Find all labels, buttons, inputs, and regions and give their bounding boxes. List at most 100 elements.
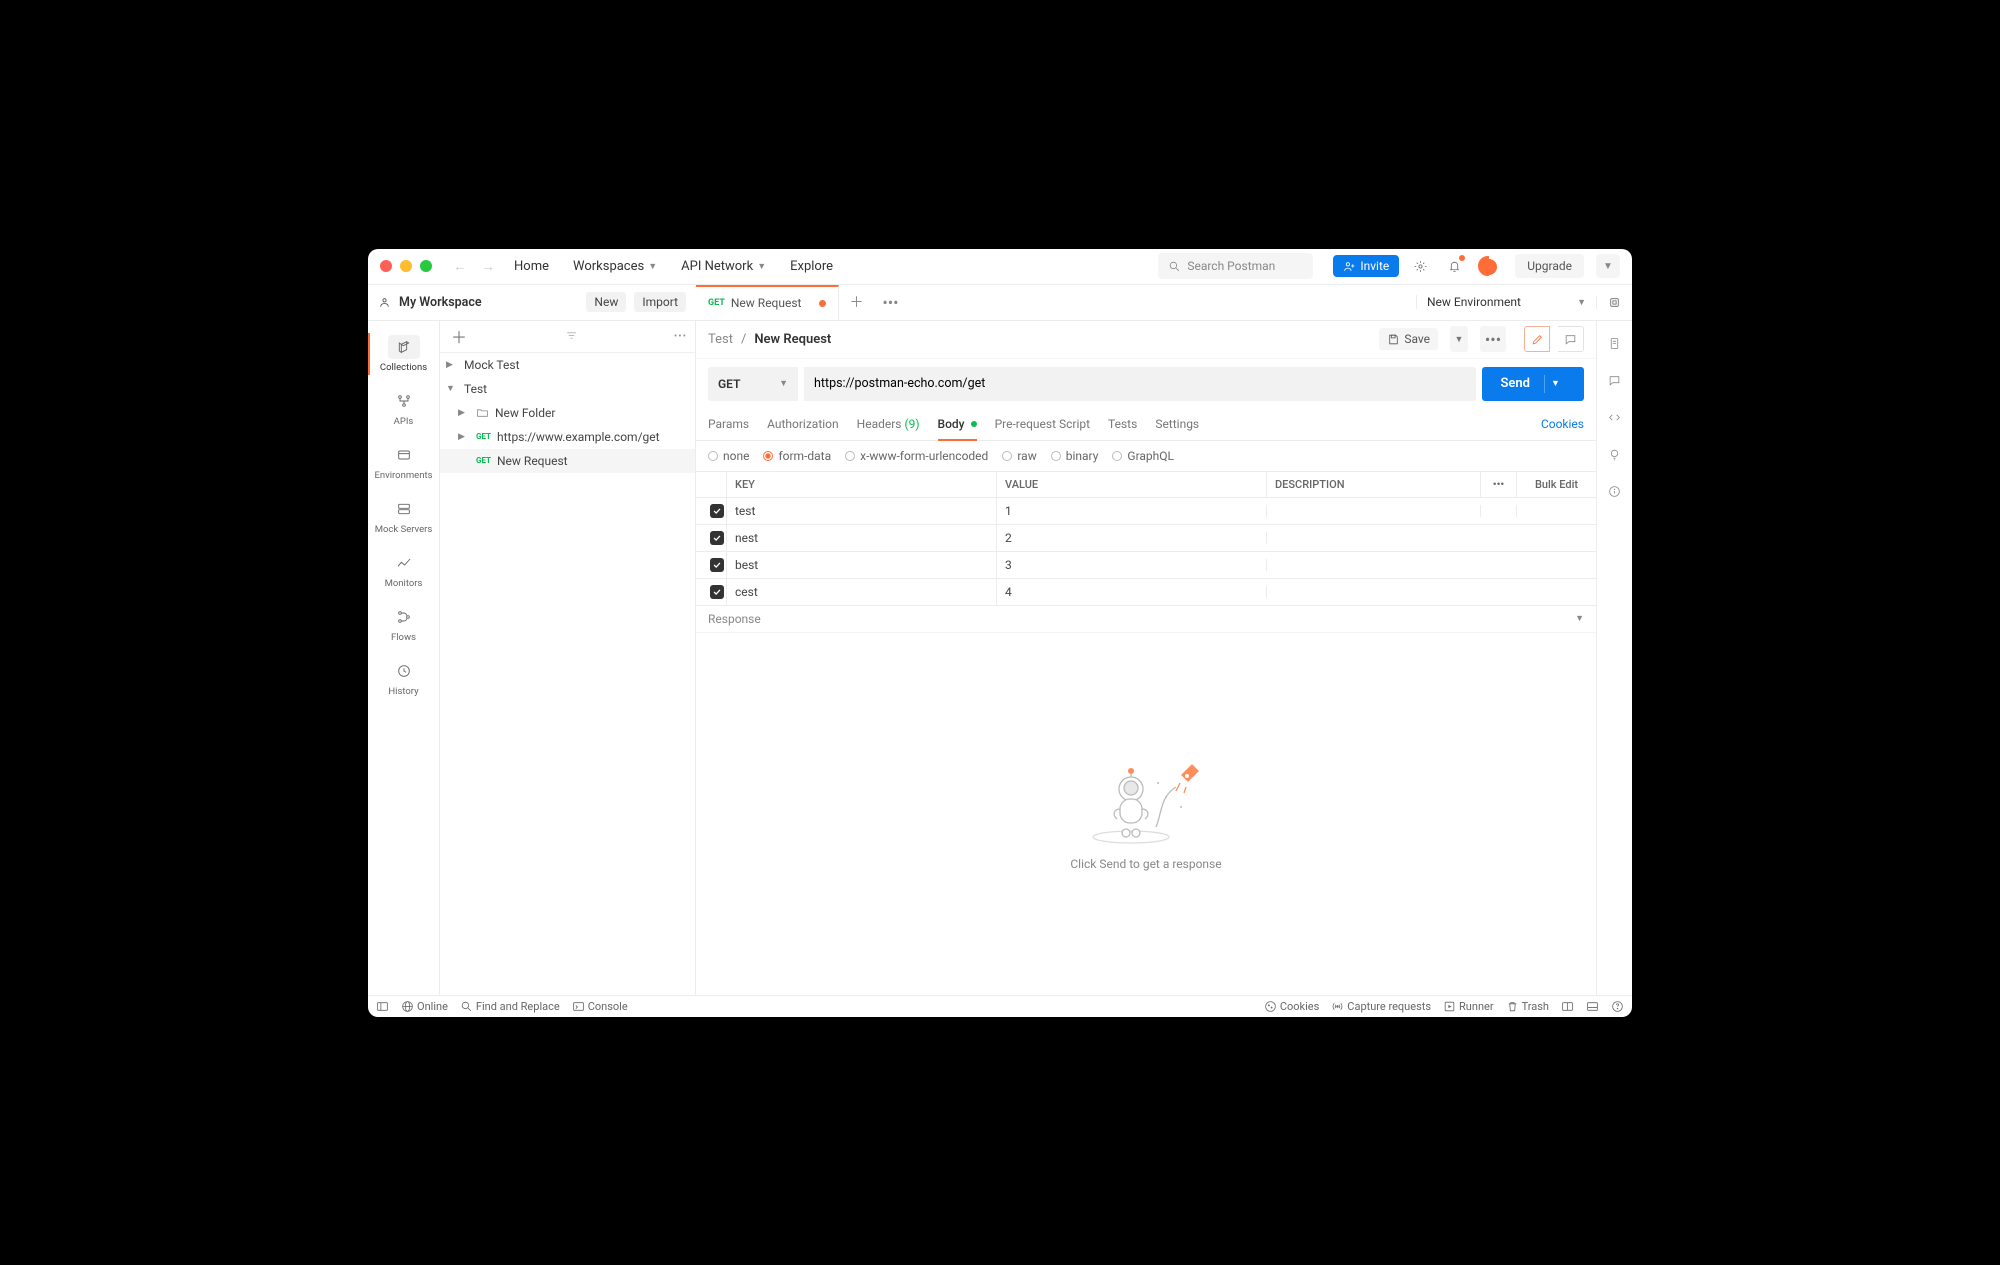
rail-environments[interactable]: Environments (368, 435, 439, 489)
kv-value[interactable]: 3 (996, 552, 1266, 578)
tab-body[interactable]: Body (938, 409, 977, 440)
new-button[interactable]: New (586, 292, 626, 312)
kv-row[interactable]: nest2 (696, 525, 1596, 552)
info-button[interactable] (1608, 446, 1621, 465)
online-status[interactable]: Online (401, 1000, 448, 1013)
rail-collections[interactable]: Collections (368, 327, 439, 381)
tree-item-new-folder[interactable]: ▶New Folder (440, 401, 695, 425)
status-cookies[interactable]: Cookies (1264, 1000, 1319, 1013)
save-dropdown[interactable]: ▼ (1450, 326, 1468, 352)
kv-row[interactable]: best3 (696, 552, 1596, 579)
tab-prerequest[interactable]: Pre-request Script (995, 409, 1090, 440)
invite-button[interactable]: Invite (1333, 255, 1399, 277)
code-button[interactable] (1608, 409, 1621, 428)
status-runner[interactable]: Runner (1443, 1000, 1494, 1013)
kv-desc[interactable] (1266, 559, 1480, 571)
tab-tests[interactable]: Tests (1108, 409, 1137, 440)
breadcrumb-parent[interactable]: Test (708, 332, 733, 347)
rail-monitors[interactable]: Monitors (368, 543, 439, 597)
kv-value[interactable]: 2 (996, 525, 1266, 551)
kv-key[interactable]: cest (726, 579, 996, 605)
tab-new-request[interactable]: GET New Request (696, 285, 839, 320)
status-trash[interactable]: Trash (1506, 1000, 1549, 1013)
two-pane-toggle[interactable] (1561, 1000, 1574, 1013)
bulk-edit-button[interactable]: Bulk Edit (1516, 472, 1596, 497)
body-type-graphql[interactable]: GraphQL (1112, 449, 1174, 463)
send-dropdown[interactable]: ▼ (1544, 375, 1566, 393)
workspace-name[interactable]: My Workspace (399, 295, 482, 310)
find-replace[interactable]: Find and Replace (460, 1000, 560, 1013)
status-capture[interactable]: Capture requests (1331, 1000, 1431, 1013)
kv-row[interactable]: cest4 (696, 579, 1596, 606)
notifications-button[interactable] (1441, 253, 1467, 279)
nav-workspaces[interactable]: Workspaces▼ (565, 255, 665, 278)
row-checkbox[interactable] (710, 585, 724, 599)
comments-button[interactable] (1608, 372, 1621, 391)
upgrade-menu[interactable]: ▼ (1596, 254, 1620, 278)
tab-headers[interactable]: Headers (9) (857, 409, 920, 440)
environment-quicklook[interactable] (1596, 296, 1632, 309)
nav-api-network[interactable]: API Network▼ (673, 255, 774, 278)
console-toggle[interactable]: Console (572, 1000, 628, 1013)
rail-mock-servers[interactable]: Mock Servers (368, 489, 439, 543)
row-checkbox[interactable] (710, 531, 724, 545)
tab-overflow-button[interactable]: ••• (873, 285, 907, 320)
avatar[interactable] (1475, 253, 1501, 279)
back-button[interactable]: ← (450, 258, 470, 275)
search-input[interactable]: Search Postman (1158, 253, 1313, 279)
kv-desc[interactable] (1266, 505, 1480, 517)
kv-key[interactable]: best (726, 552, 996, 578)
send-button[interactable]: Send▼ (1482, 367, 1584, 401)
nav-explore[interactable]: Explore (782, 255, 841, 278)
kv-key[interactable]: test (726, 498, 996, 524)
bottom-pane-toggle[interactable] (1586, 1000, 1599, 1013)
kv-row[interactable]: test1 (696, 498, 1596, 525)
save-button[interactable]: Save (1379, 328, 1438, 350)
rail-history[interactable]: History (368, 651, 439, 705)
nav-home[interactable]: Home (506, 255, 557, 278)
forward-button[interactable]: → (478, 258, 498, 275)
row-checkbox[interactable] (710, 504, 724, 518)
sidebar-toggle[interactable] (376, 1000, 389, 1013)
related-button[interactable] (1608, 483, 1621, 502)
tree-item-mock-test[interactable]: ▶Mock Test (440, 353, 695, 377)
row-checkbox[interactable] (710, 558, 724, 572)
tree-item-example-get[interactable]: ▶GEThttps://www.example.com/get (440, 425, 695, 449)
tree-filter-button[interactable] (476, 327, 668, 346)
url-input[interactable] (804, 367, 1476, 401)
kv-key[interactable]: nest (726, 525, 996, 551)
kv-value[interactable]: 1 (996, 498, 1266, 524)
body-type-binary[interactable]: binary (1051, 449, 1099, 463)
response-header[interactable]: Response ▼ (696, 606, 1596, 633)
tab-params[interactable]: Params (708, 409, 749, 440)
docs-button[interactable] (1608, 335, 1621, 354)
rail-apis[interactable]: APIs (368, 381, 439, 435)
environment-selector[interactable]: New Environment ▼ (1416, 295, 1596, 309)
body-type-raw[interactable]: raw (1002, 449, 1036, 463)
tab-settings[interactable]: Settings (1155, 409, 1199, 440)
tree-item-test[interactable]: ▼Test (440, 377, 695, 401)
more-actions-button[interactable]: ••• (1480, 326, 1506, 352)
kv-desc[interactable] (1266, 532, 1480, 544)
tab-authorization[interactable]: Authorization (767, 409, 839, 440)
maximize-window[interactable] (420, 260, 432, 272)
body-type-none[interactable]: none (708, 449, 749, 463)
tree-add-button[interactable]: ＋ (448, 324, 470, 348)
import-button[interactable]: Import (634, 292, 686, 312)
method-selector[interactable]: GET▼ (708, 367, 798, 401)
upgrade-button[interactable]: Upgrade (1515, 254, 1584, 278)
kv-columns-button[interactable]: ••• (1480, 472, 1516, 497)
body-type-formdata[interactable]: form-data (763, 449, 831, 463)
close-window[interactable] (380, 260, 392, 272)
kv-value[interactable]: 4 (996, 579, 1266, 605)
minimize-window[interactable] (400, 260, 412, 272)
cookies-link[interactable]: Cookies (1541, 417, 1584, 431)
add-tab-button[interactable]: ＋ (839, 285, 873, 320)
body-type-xwww[interactable]: x-www-form-urlencoded (845, 449, 988, 463)
settings-button[interactable] (1407, 253, 1433, 279)
tree-more-button[interactable]: ••• (674, 331, 687, 342)
tree-item-new-request[interactable]: GETNew Request (440, 449, 695, 473)
help-button[interactable] (1611, 1000, 1624, 1013)
comment-mode-button[interactable] (1558, 326, 1584, 352)
edit-mode-button[interactable] (1524, 326, 1550, 352)
